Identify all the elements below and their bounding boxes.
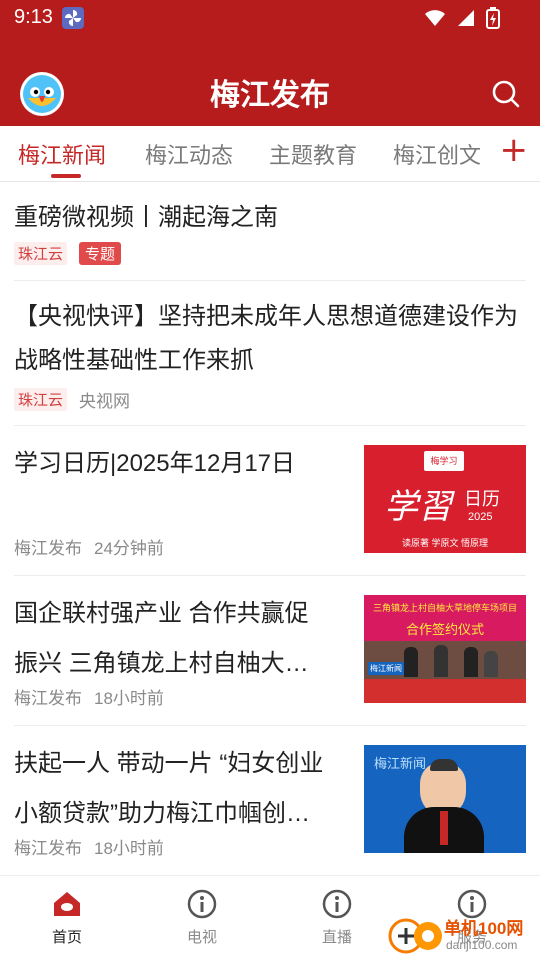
nav-live[interactable]: 直播 — [297, 888, 377, 947]
thumb-photo: 梅江新闻 — [364, 641, 526, 703]
thumb-subtitle: 日历 — [464, 489, 500, 509]
nav-home-label: 首页 — [51, 929, 82, 946]
news-title: 重磅微视频丨潮起海之南 — [14, 204, 278, 231]
status-icons — [424, 7, 500, 29]
news-item[interactable]: 【央视快评】坚持把未成年人思想道德建设作为战略性基础性工作来抓 珠江云 央视网 — [14, 281, 526, 426]
nav-live-label: 直播 — [321, 929, 352, 946]
news-meta: 珠江云 央视网 — [14, 387, 526, 412]
wifi-icon — [425, 10, 445, 26]
news-item[interactable]: 学习日历|2025年12月17日 梅江发布 24分钟前 梅学习 学習 日历 20… — [14, 426, 526, 576]
thumb-logo: 梅学习 — [424, 451, 464, 471]
news-source: 梅江发布 — [14, 689, 82, 708]
battery-icon — [486, 7, 500, 29]
news-time: 18小时前 — [94, 689, 164, 708]
news-source: 梅江发布 — [14, 539, 82, 558]
news-meta: 梅江发布 24分钟前 — [14, 534, 164, 559]
news-meta: 梅江发布 18小时前 — [14, 834, 164, 859]
thumb-station-logo: 梅江新闻 — [374, 756, 427, 771]
news-meta: 梅江发布 18小时前 — [14, 684, 164, 709]
news-title-line-1: 扶起一人 带动一片 “妇女创业 — [14, 750, 324, 777]
nav-home[interactable]: 首页 — [27, 888, 107, 947]
search-button[interactable] — [488, 76, 524, 112]
news-thumbnail: 三角镇龙上村自柚大草地停车场项目 合作签约仪式 梅江新闻 — [364, 595, 526, 703]
news-title: 【央视快评】坚持把未成年人思想道德建设作为战略性基础性工作来抓 — [14, 303, 518, 374]
news-time: 24分钟前 — [94, 539, 164, 558]
signal-icon — [458, 10, 474, 26]
thumb-calligraphy: 学習 — [384, 487, 452, 527]
tab-meijiang-civilization[interactable]: 梅江创文 — [393, 138, 481, 170]
watermark-url: danji100.com — [446, 938, 518, 952]
app-title: 梅江发布 — [210, 79, 330, 112]
info-icon — [322, 889, 352, 919]
news-thumbnail: 梅学习 学習 日历 2025 读原著 学原文 悟原理 — [364, 445, 526, 553]
status-time: 9:13 — [14, 6, 53, 28]
source-tag: 珠江云 — [14, 388, 68, 411]
search-icon — [492, 80, 520, 108]
tab-meijiang-news[interactable]: 梅江新闻 — [18, 138, 106, 170]
add-channel-button[interactable]: + — [500, 132, 529, 168]
news-item[interactable]: 重磅微视频丨潮起海之南 珠江云 专题 — [14, 182, 526, 281]
news-title-line-1: 国企联村强产业 合作共赢促 — [14, 600, 309, 627]
news-item[interactable]: 国企联村强产业 合作共赢促 振兴 三角镇龙上村自柚大… 梅江发布 18小时前 三… — [14, 576, 526, 726]
thumb-banner: 三角镇龙上村自柚大草地停车场项目 — [372, 603, 517, 613]
nav-tv-label: 电视 — [186, 929, 217, 946]
status-bar: 9:13 — [0, 0, 540, 36]
tab-meijiang-dynamics[interactable]: 梅江动态 — [145, 138, 233, 170]
watermark-logo-icon — [388, 918, 442, 954]
fan-app-icon — [62, 7, 84, 29]
channel-tabs: 梅江新闻 梅江动态 主题教育 梅江创文 + — [0, 126, 540, 182]
source-tag: 珠江云 — [14, 242, 68, 265]
tab-theme-education[interactable]: 主题教育 — [269, 138, 357, 170]
news-source: 梅江发布 — [14, 839, 82, 858]
news-title-line-2: 振兴 三角镇龙上村自柚大… — [14, 650, 309, 677]
thumb-footer: 读原著 学原文 悟原理 — [401, 538, 488, 548]
thumb-station-logo: 梅江新闻 — [368, 662, 404, 675]
news-item[interactable]: 扶起一人 带动一片 “妇女创业 小额贷款”助力梅江巾帼创… 梅江发布 18小时前… — [14, 726, 526, 876]
news-title: 学习日历|2025年12月17日 — [14, 450, 296, 477]
info-icon — [187, 889, 217, 919]
news-title-line-2: 小额贷款”助力梅江巾帼创… — [14, 800, 310, 827]
news-time: 18小时前 — [94, 839, 164, 858]
thumb-year: 2025 — [468, 511, 493, 523]
nav-tv[interactable]: 电视 — [162, 888, 242, 947]
app-bar: 梅江发布 — [0, 36, 540, 126]
thumb-banner-sub: 合作签约仪式 — [405, 622, 484, 637]
watermark: 单机100网 danji100.com — [388, 914, 536, 958]
news-source: 央视网 — [79, 392, 131, 411]
news-thumbnail: 梅江新闻 — [364, 745, 526, 853]
active-tab-indicator — [51, 174, 81, 178]
home-icon — [54, 892, 80, 916]
watermark-text: 单机100网 — [444, 919, 524, 938]
topic-badge: 专题 — [79, 242, 122, 265]
news-meta: 珠江云 专题 — [14, 242, 526, 265]
